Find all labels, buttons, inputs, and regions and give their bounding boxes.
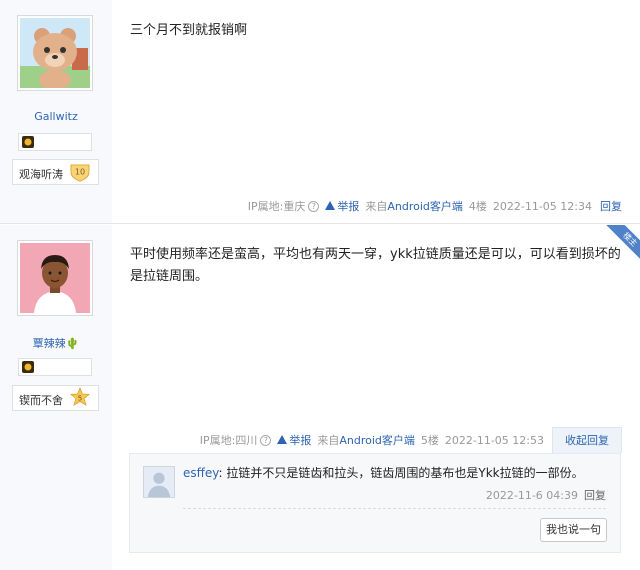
post-content: 三个月不到就报销啊: [130, 23, 248, 38]
post-floor-5: 覃辣辣🌵 锲而不舍 5 楼主 平时使用频率还是蛮高，平均也有两天一穿，ykk拉链…: [0, 225, 640, 570]
source-link[interactable]: Android客户端: [387, 200, 463, 213]
say-something-button[interactable]: 我也说一句: [540, 518, 607, 542]
post-time: 2022-11-05 12:34: [492, 199, 592, 213]
username[interactable]: 覃辣辣🌵: [0, 335, 112, 351]
post-floor-4: Gallwitz 观海听涛 10 三个月不到就报销啊 IP属地:重庆 ? 举报 …: [0, 0, 640, 224]
ip-location: IP属地:四川: [199, 434, 258, 447]
post-meta: IP属地:四川 ? 举报 来自Android客户端 5楼 2022-11-05 …: [194, 427, 622, 453]
floor-number: 4楼: [468, 200, 487, 213]
default-user-icon: [144, 467, 174, 497]
sub-reply-body: : 拉链并不只是链齿和拉头，链齿周围的基布也是Ykk拉链的一部份。: [218, 466, 584, 480]
badge-level: 5: [78, 395, 82, 403]
sub-reply-avatar[interactable]: [143, 466, 175, 498]
report-link[interactable]: 举报: [325, 198, 359, 214]
bear-avatar-icon: [20, 18, 90, 88]
post-content: 平时使用频率还是蛮高，平均也有两天一穿，ykk拉链质量还是可以，可以看到损坏的是…: [130, 247, 621, 284]
level-icon: [22, 361, 34, 373]
username[interactable]: Gallwitz: [0, 110, 112, 123]
level-icon: [22, 136, 34, 148]
person-avatar-icon: [20, 243, 90, 313]
badge-name: 锲而不舍: [19, 394, 63, 407]
sub-reply-time: 2022-11-6 04:39: [485, 489, 578, 502]
warning-icon: [325, 201, 336, 210]
divider: [183, 508, 606, 509]
shield-level-icon: 10: [70, 164, 90, 182]
help-icon[interactable]: ?: [308, 200, 320, 212]
sub-reply-link[interactable]: 回复: [584, 489, 606, 502]
member-badge[interactable]: 观海听涛 10: [12, 159, 99, 185]
post-time: 2022-11-05 12:53: [444, 433, 544, 447]
avatar[interactable]: [17, 15, 93, 91]
ip-location: IP属地:重庆: [247, 200, 306, 213]
reply-link[interactable]: 回复: [600, 198, 622, 214]
avatar[interactable]: [17, 240, 93, 316]
level-box: [18, 358, 92, 376]
floor-number: 5楼: [420, 434, 439, 447]
badge-name: 观海听涛: [19, 168, 63, 181]
report-link[interactable]: 举报: [277, 432, 311, 448]
collapse-replies-button[interactable]: 收起回复: [552, 427, 622, 453]
star-level-icon: 5: [69, 388, 91, 406]
source-link[interactable]: Android客户端: [339, 434, 415, 447]
badge-level: 10: [75, 168, 85, 177]
author-sidebar: Gallwitz 观海听涛 10: [0, 0, 112, 223]
post-meta: IP属地:重庆 ? 举报 来自Android客户端 4楼 2022-11-05 …: [242, 198, 622, 214]
sub-reply-text: esffey: 拉链并不只是链齿和拉头，链齿周围的基布也是Ykk拉链的一部份。: [183, 464, 608, 482]
author-sidebar: 覃辣辣🌵 锲而不舍 5: [0, 225, 112, 570]
member-badge[interactable]: 锲而不舍 5: [12, 385, 99, 411]
sub-reply-panel: esffey: 拉链并不只是链齿和拉头，链齿周围的基布也是Ykk拉链的一部份。 …: [129, 453, 621, 553]
warning-icon: [277, 435, 288, 444]
help-icon[interactable]: ?: [260, 434, 272, 446]
sub-reply-meta: 2022-11-6 04:39 回复: [486, 487, 606, 503]
source-label: 来自Android客户端: [365, 200, 463, 213]
sub-reply-username[interactable]: esffey: [183, 466, 219, 480]
source-label: 来自Android客户端: [317, 434, 415, 447]
level-box: [18, 133, 92, 151]
